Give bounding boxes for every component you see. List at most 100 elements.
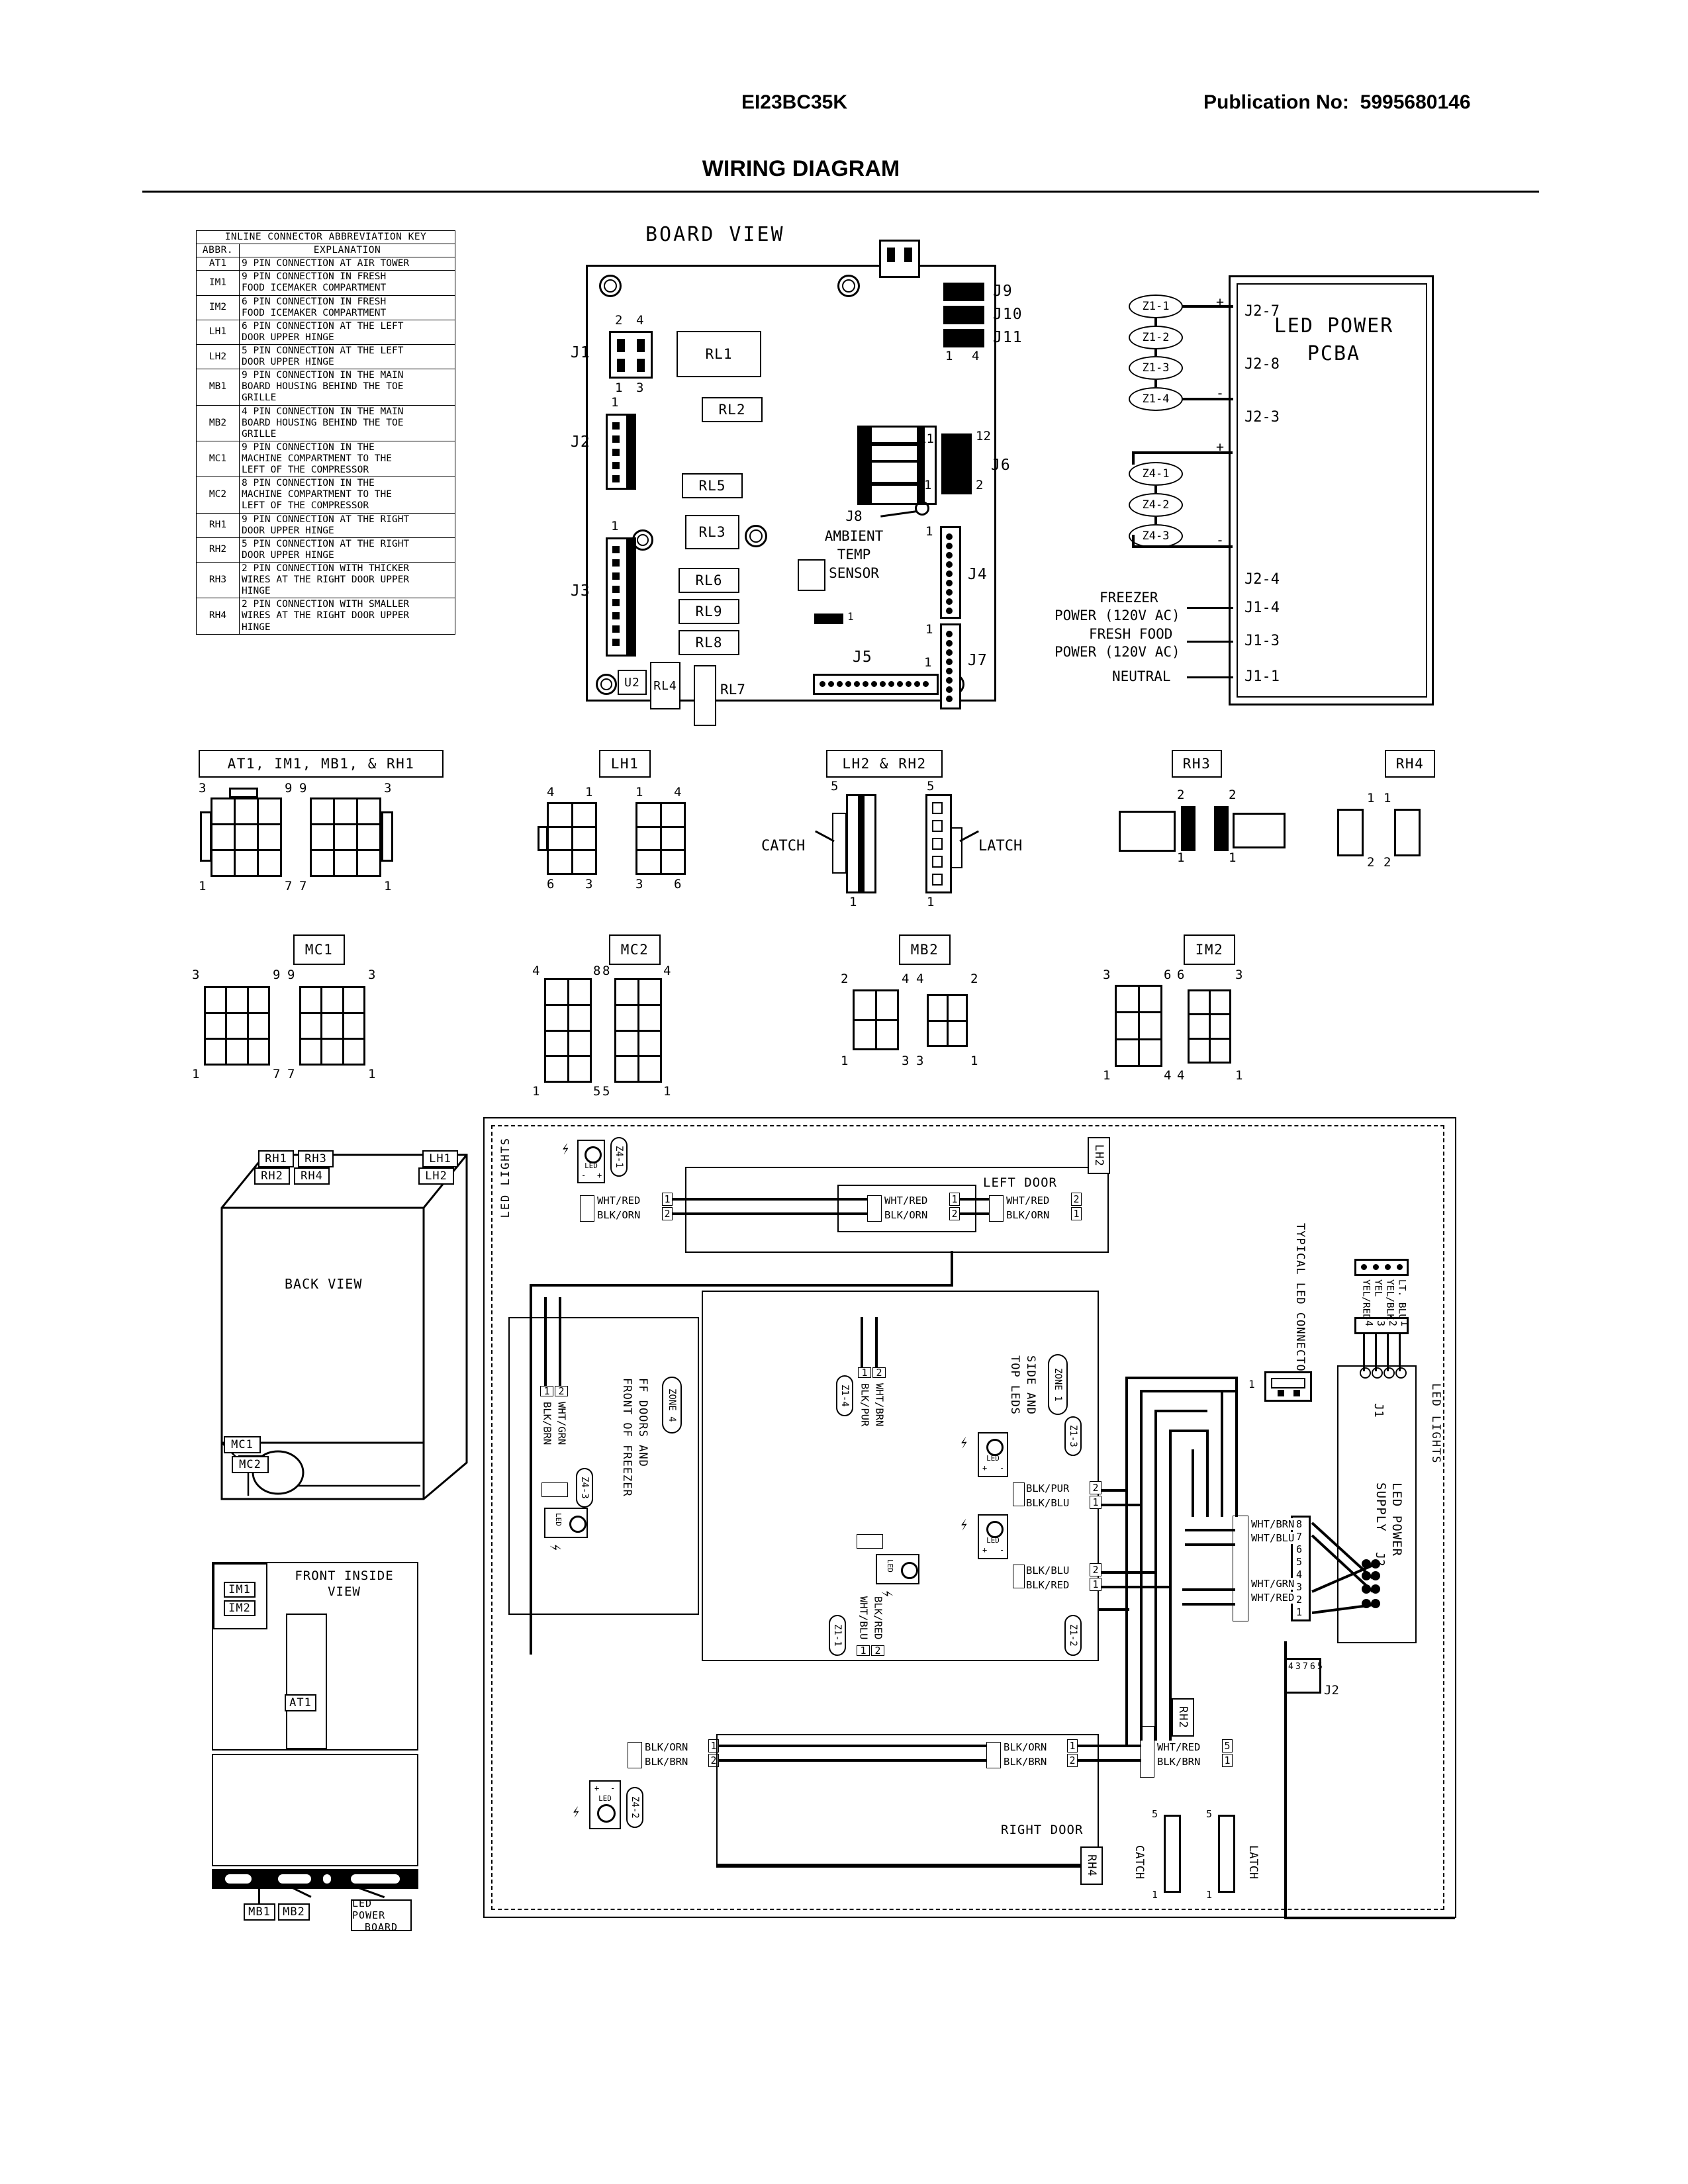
bus-wire (1185, 1543, 1235, 1546)
power-wire (1187, 607, 1233, 609)
key-abbr: MC2 (196, 477, 240, 514)
pin-number: 9 (287, 968, 295, 982)
pin-number: 6 (1164, 968, 1172, 982)
key-abbr: MB1 (196, 369, 240, 406)
pin (612, 599, 620, 606)
toe-grille-slot (225, 1874, 252, 1884)
led-power-board-callout: LED POWER BOARD (351, 1897, 412, 1933)
led-polarity-plus: + (982, 1545, 988, 1555)
connector-rail (858, 794, 865, 893)
wire (875, 1317, 878, 1367)
wire-label: BLK/ORN (1006, 1209, 1050, 1221)
relay-rl5: RL5 (682, 473, 743, 498)
j2-lower-pin-number: 7 (1303, 1662, 1308, 1672)
component-u2: U2 (618, 670, 647, 695)
power-wire (1187, 641, 1233, 643)
zone-link (1154, 318, 1157, 326)
key-abbr: LH2 (196, 343, 240, 370)
wire (861, 1317, 863, 1367)
pcba-pin-j2-8: J2-8 (1244, 356, 1280, 373)
pin-slot (932, 856, 943, 868)
pcba-wire (1132, 535, 1135, 548)
bus-wire (1182, 1588, 1235, 1591)
j2-pin-number: 5 (1296, 1556, 1303, 1568)
key-explanation: 6 PIN CONNECTION IN FRESH FOOD ICEMAKER … (239, 295, 455, 320)
bus-wire (1102, 1504, 1141, 1506)
catch-feature (832, 813, 847, 874)
ambient-temp-sensor-label-line1: AMBIENT (824, 528, 884, 544)
wire (960, 1212, 989, 1215)
zone-tag-z4-2: Z4-2 (626, 1787, 643, 1828)
model-number: EI23BC35K (741, 91, 848, 113)
bus-wire (1102, 1571, 1156, 1574)
led-polarity-plus: + (594, 1784, 600, 1793)
wire-label: BLK/BLU (1026, 1565, 1070, 1576)
key-explanation: 9 PIN CONNECTION AT AIR TOWER (239, 257, 455, 271)
latch-connector-body (1218, 1815, 1235, 1893)
wire (960, 1198, 989, 1201)
relay-rl7 (694, 665, 716, 726)
connector-group-label-rh4: RH4 (1385, 750, 1435, 778)
zone-tag-z4-1: Z4-1 (610, 1137, 628, 1177)
pin-number: 3 (1235, 968, 1243, 982)
pin-number-box: 1 (662, 1193, 673, 1206)
connector-label-j4: J4 (968, 566, 988, 583)
connector-group-label-at1: AT1, IM1, MB1, & RH1 (199, 750, 444, 778)
wire-label: WHT/RED (597, 1195, 641, 1206)
pin (612, 639, 620, 646)
relay-rl9: RL9 (679, 599, 739, 624)
pin (1373, 1264, 1379, 1270)
neutral-label: NEUTRAL (1112, 668, 1171, 684)
key-explanation: 2 PIN CONNECTION WITH SMALLER WIRES AT T… (239, 598, 455, 635)
right-door-label: RIGHT DOOR (1001, 1823, 1084, 1837)
pin-number: 1 (924, 478, 932, 492)
pin (904, 248, 912, 262)
pin (637, 359, 645, 372)
key-explanation: 2 PIN CONNECTION WITH THICKER WIRES AT T… (239, 561, 455, 599)
zone-node-z1-1: Z1-1 (1129, 295, 1183, 318)
pin-number: 7 (273, 1067, 281, 1081)
key-abbr: IM1 (196, 270, 240, 296)
rh3-pin-block-b (1214, 806, 1229, 851)
connector-shade (628, 414, 636, 490)
pin-number-box: 2 (555, 1385, 568, 1397)
wire-label: BLK/ORN (1004, 1741, 1047, 1753)
led-ring-icon (901, 1562, 918, 1579)
key-table-title: INLINE CONNECTOR ABBREVIATION KEY (196, 230, 455, 245)
j2-pin-number: 8 (1296, 1518, 1303, 1530)
pin (946, 649, 953, 656)
pin-slot (932, 820, 943, 832)
pin-number-box: 1 (949, 1193, 960, 1206)
led-power-supply-line1: LED POWER (1389, 1482, 1404, 1557)
transformer-wind (872, 442, 917, 446)
pin (946, 598, 953, 605)
zone-node-z4-2: Z4-2 (1129, 493, 1183, 517)
pin-slot (932, 802, 943, 814)
pin-number: 2 (841, 972, 849, 986)
key-abbr: RH1 (196, 512, 240, 538)
wire (1387, 1334, 1389, 1371)
wire (673, 1212, 867, 1215)
key-explanation: 5 PIN CONNECTION AT THE LEFT DOOR UPPER … (239, 343, 455, 370)
bus-wire (1154, 1410, 1207, 1412)
pin-number: 4 (547, 785, 555, 799)
freezer-power-label-line2: POWER (120V AC) (1055, 608, 1180, 623)
power-wire (1187, 676, 1233, 678)
connector-keep-icon (381, 811, 393, 862)
pin (617, 339, 625, 352)
bus-wire (1154, 1410, 1157, 1741)
table-row: LH1 6 PIN CONNECTION AT THE LEFT DOOR UPP… (196, 319, 455, 345)
pin (946, 608, 953, 614)
pcba-pin-j2-7: J2-7 (1244, 303, 1280, 320)
pcba-pin-j2-3: J2-3 (1244, 409, 1280, 426)
zone-node-z1-3: Z1-3 (1129, 356, 1183, 380)
page-title: WIRING DIAGRAM (702, 156, 900, 181)
wire-label: BLK/ORN (645, 1741, 688, 1753)
callout-leader (258, 1888, 260, 1903)
polarity-minus: - (1216, 385, 1225, 401)
connector-keep-icon (229, 788, 258, 798)
pin (946, 659, 953, 665)
pin (637, 339, 645, 352)
back-view-connector-rh1: RH1 (258, 1150, 294, 1167)
pin (1293, 1390, 1300, 1396)
